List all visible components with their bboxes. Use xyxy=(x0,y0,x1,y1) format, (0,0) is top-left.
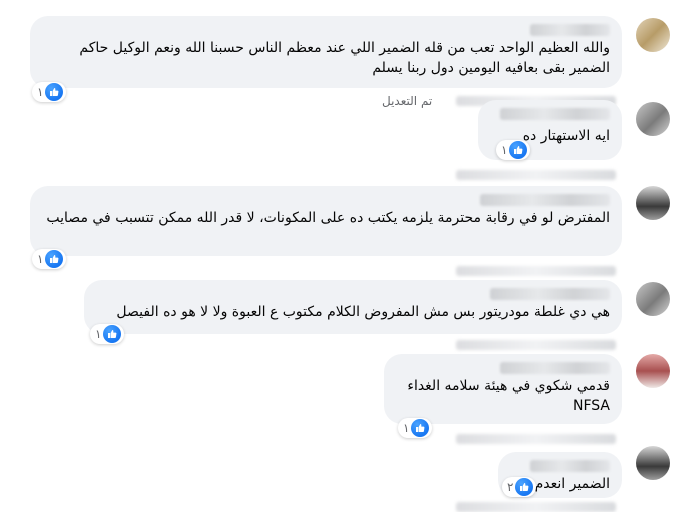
comment-meta[interactable] xyxy=(456,340,616,350)
comment-meta[interactable] xyxy=(456,170,616,180)
comment-bubble: هي دي غلطة مودريتور بس مش المفروض الكلام… xyxy=(84,280,622,334)
comment-bubble: المفترض لو في رقابة محترمة يلزمه يكتب ده… xyxy=(30,186,622,256)
reaction-badge[interactable]: ١ xyxy=(398,418,433,438)
comment-meta[interactable] xyxy=(456,266,616,276)
avatar[interactable] xyxy=(636,102,670,136)
reaction-count: ١ xyxy=(95,327,102,341)
avatar[interactable] xyxy=(636,446,670,480)
comment-meta[interactable] xyxy=(456,434,616,444)
comment-bubble: والله العظيم الواحد تعب من قله الضمير ال… xyxy=(30,16,622,88)
like-icon xyxy=(45,250,64,268)
like-icon xyxy=(45,83,64,101)
reaction-count: ٢ xyxy=(507,480,514,494)
commenter-name[interactable] xyxy=(500,108,610,120)
edited-label: تم التعديل xyxy=(382,94,433,108)
avatar[interactable] xyxy=(636,354,670,388)
reaction-count: ١ xyxy=(37,252,44,266)
reaction-count: ١ xyxy=(403,421,410,435)
comment-text: والله العظيم الواحد تعب من قله الضمير ال… xyxy=(79,40,610,76)
reaction-badge[interactable]: ٢ xyxy=(502,477,537,497)
like-icon xyxy=(515,478,534,496)
comment-text: المفترض لو في رقابة محترمة يلزمه يكتب ده… xyxy=(46,210,610,226)
comment-meta[interactable] xyxy=(456,502,616,512)
comment-bubble: قدمي شكوي في هيئة سلامه الغداء NFSA xyxy=(384,354,622,424)
commenter-name[interactable] xyxy=(500,362,610,374)
reaction-badge[interactable]: ١ xyxy=(90,324,125,344)
comment-text: هي دي غلطة مودريتور بس مش المفروض الكلام… xyxy=(116,304,610,320)
like-icon xyxy=(509,141,528,159)
reaction-badge[interactable]: ١ xyxy=(496,140,531,160)
reaction-count: ١ xyxy=(501,143,508,157)
reaction-count: ١ xyxy=(37,85,44,99)
reaction-badge[interactable]: ١ xyxy=(32,249,67,269)
like-icon xyxy=(103,325,122,343)
commenter-name[interactable] xyxy=(530,24,610,36)
reaction-badge[interactable]: ١ xyxy=(32,82,67,102)
commenter-name[interactable] xyxy=(530,460,610,472)
like-icon xyxy=(411,419,430,437)
avatar[interactable] xyxy=(636,282,670,316)
avatar[interactable] xyxy=(636,186,670,220)
commenter-name[interactable] xyxy=(480,194,610,206)
avatar[interactable] xyxy=(636,18,670,52)
commenter-name[interactable] xyxy=(490,288,610,300)
comment-text: قدمي شكوي في هيئة سلامه الغداء NFSA xyxy=(407,378,610,414)
